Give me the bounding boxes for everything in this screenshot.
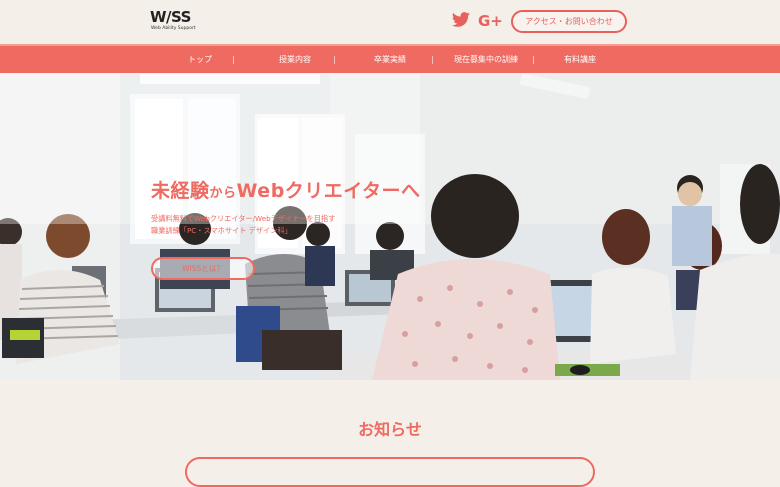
wiss-logo[interactable]: W/SS Web Ability Support — [150, 9, 210, 33]
nav-item-results[interactable]: 卒業実績 — [360, 46, 420, 73]
nav-item-top[interactable]: トップ — [170, 46, 230, 73]
top-bar: W/SS Web Ability Support G+ アクセス・お問い合わせ — [0, 0, 780, 42]
hero-title: 未経験からWebクリエイターへ — [151, 176, 421, 203]
about-wiss-button[interactable]: WISSとは？ — [151, 257, 255, 280]
nav-divider — [233, 56, 234, 64]
hero-banner: 未経験からWebクリエイターへ 受講料無料でWebクリエイター/Webデザイナー… — [0, 74, 780, 380]
nav-divider — [334, 56, 335, 64]
nav-divider — [533, 56, 534, 64]
contact-button[interactable]: アクセス・お問い合わせ — [511, 10, 627, 33]
hero-subtitle-line2: 職業訓練「PC・スマホサイト デザイン科」 — [151, 226, 292, 235]
news-heading: お知らせ — [358, 420, 422, 439]
nav-item-course[interactable]: 授業内容 — [265, 46, 325, 73]
hero-title-part2: Webクリエイターへ — [236, 180, 421, 202]
google-plus-icon[interactable]: G+ — [478, 12, 503, 30]
nav-divider — [432, 56, 433, 64]
hero-subtitle: 受講料無料でWebクリエイター/Webデザイナーを目指す 職業訓練「PC・スマホ… — [151, 213, 391, 237]
hero-subtitle-line1: 受講料無料でWebクリエイター/Webデザイナーを目指す — [151, 214, 336, 223]
hero-title-small: から — [209, 186, 237, 201]
main-navigation: トップ 授業内容 卒業実績 現在募集中の訓練 有料講座 — [0, 44, 780, 73]
news-box[interactable] — [185, 457, 595, 487]
nav-item-paid-courses[interactable]: 有料講座 — [552, 46, 608, 73]
logo-tagline: Web Ability Support — [151, 26, 196, 31]
hero-title-part1: 未経験 — [151, 180, 210, 202]
logo-mark: W/SS — [150, 8, 191, 26]
nav-item-recruiting[interactable]: 現在募集中の訓練 — [445, 46, 527, 73]
twitter-icon[interactable] — [451, 12, 471, 32]
